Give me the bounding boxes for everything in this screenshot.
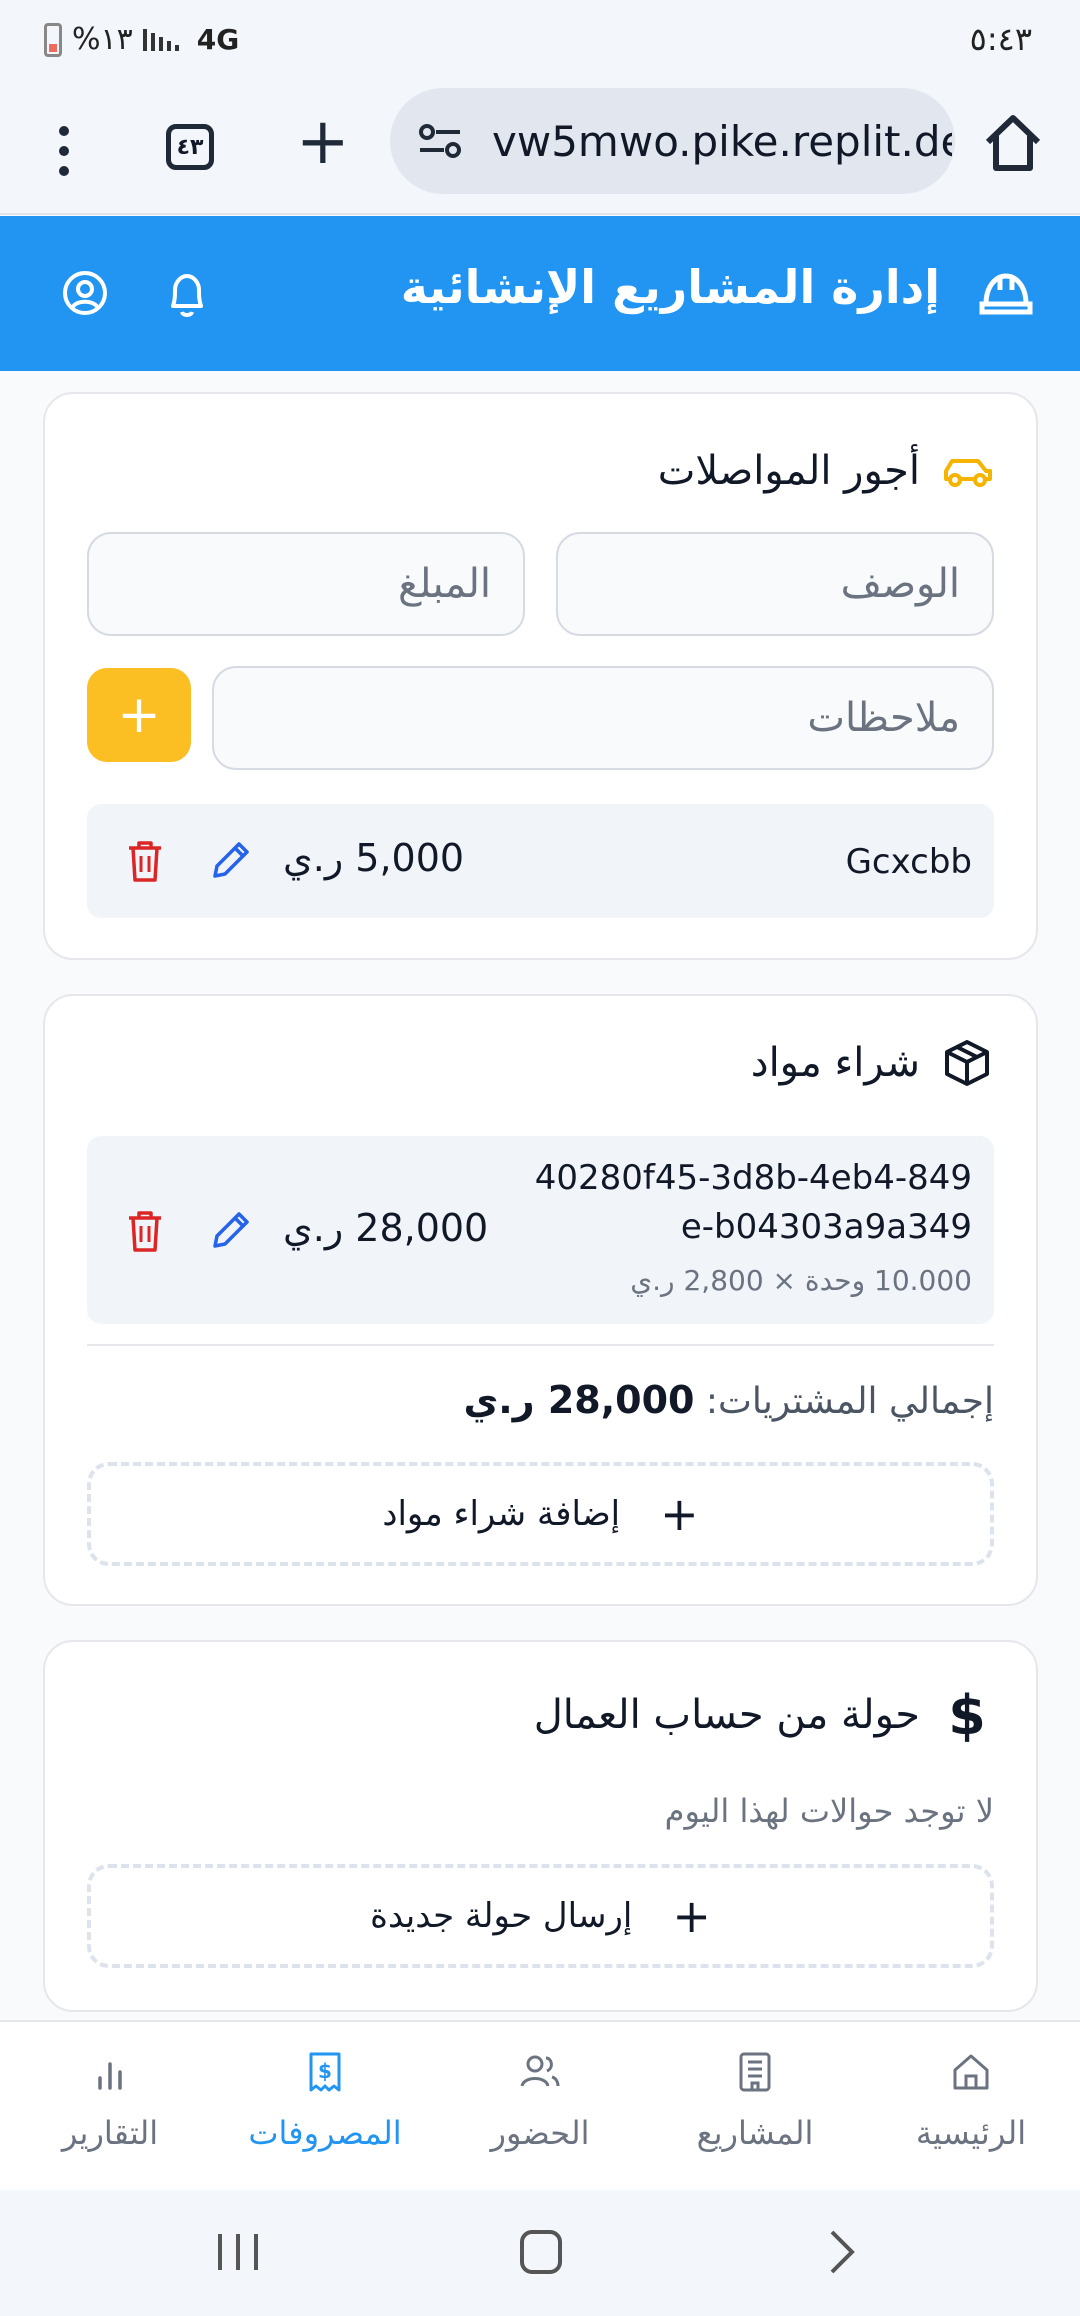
status-left: %١٣ 4G: [44, 22, 239, 57]
nav-label-expenses: المصروفات: [248, 2114, 402, 2152]
material-item-details: 10.000 وحدة × 2,800 ر.ي: [630, 1264, 972, 1297]
nav-item-home[interactable]: الرئيسية: [896, 2022, 1046, 2192]
materials-total-label: إجمالي المشتريات:: [705, 1381, 994, 1422]
new-tab-button[interactable]: +: [296, 110, 350, 174]
nav-label-reports: التقارير: [61, 2114, 159, 2152]
add-material-purchase-button[interactable]: + إضافة شراء مواد: [87, 1462, 994, 1566]
transport-card: أجور المواصلات الوصف المبلغ ملاحظات + Gc…: [43, 392, 1038, 960]
material-item-description: 40280f45-3d8b-4eb4-849e-b04303a9a349: [534, 1158, 972, 1248]
amount-placeholder: المبلغ: [397, 561, 491, 607]
transport-item-description: Gcxcbb: [845, 842, 972, 882]
address-bar[interactable]: vw5mwo.pike.replit.dev: [390, 88, 955, 194]
car-icon: [940, 444, 994, 498]
materials-header: شراء مواد: [751, 1036, 994, 1090]
transport-item-amount: 5,000 ر.ي: [283, 836, 465, 880]
battery-icon: [44, 22, 62, 57]
delete-trash-icon[interactable]: [125, 838, 165, 884]
hard-hat-icon: [974, 260, 1038, 324]
home-icon: [953, 2054, 989, 2090]
notes-input[interactable]: ملاحظات: [212, 666, 994, 770]
materials-total-value: 28,000 ر.ي: [463, 1378, 695, 1422]
building-icon: [739, 2052, 771, 2092]
network-type: 4G: [196, 23, 240, 56]
edit-pencil-icon[interactable]: [207, 1208, 253, 1254]
transfers-header: $ حولة من حساب العمال: [533, 1683, 994, 1747]
materials-card: شراء مواد 40280f45-3d8b-4eb4-849e-b04303…: [43, 994, 1038, 1606]
back-chevron-icon[interactable]: [812, 2220, 872, 2284]
add-material-label: إضافة شراء مواد: [382, 1494, 621, 1534]
description-input[interactable]: الوصف: [556, 532, 994, 636]
nav-item-projects[interactable]: المشاريع: [680, 2022, 830, 2192]
send-transfer-button[interactable]: + إرسال حولة جديدة: [87, 1864, 994, 1968]
signal-icon: [142, 28, 179, 51]
transport-title: أجور المواصلات: [657, 448, 920, 494]
nav-item-attendance[interactable]: الحضور: [465, 2022, 615, 2192]
browser-menu-button[interactable]: [44, 116, 84, 186]
materials-total: إجمالي المشتريات: 28,000 ر.ي: [463, 1378, 994, 1422]
send-transfer-label: إرسال حولة جديدة: [370, 1896, 633, 1936]
site-settings-icon[interactable]: [410, 111, 470, 171]
nav-item-expenses[interactable]: $ المصروفات: [240, 2022, 410, 2192]
browser-toolbar: ٤٣ + vw5mwo.pike.replit.dev: [0, 80, 1080, 215]
package-box-icon: [940, 1036, 994, 1090]
bar-chart-icon: [98, 2062, 122, 2090]
bottom-navigation: الرئيسية المشاريع الحضور $ المصروفات الت…: [0, 2020, 1080, 2190]
nav-label-attendance: الحضور: [490, 2114, 590, 2152]
battery-level: %١٣: [72, 22, 133, 57]
recent-apps-icon[interactable]: [208, 2220, 268, 2284]
app-header: إدارة المشاريع الإنشائية: [0, 216, 1080, 371]
status-time: ٥:٤٣: [969, 20, 1032, 58]
app-title: إدارة المشاريع الإنشائية: [400, 260, 940, 314]
transfers-title: حولة من حساب العمال: [533, 1692, 920, 1738]
home-icon[interactable]: [978, 108, 1048, 178]
edit-pencil-icon[interactable]: [207, 838, 253, 884]
tab-switcher-button[interactable]: ٤٣: [166, 124, 214, 170]
transfers-card: $ حولة من حساب العمال لا توجد حوالات لهذ…: [43, 1640, 1038, 2012]
system-navigation-bar: [0, 2190, 1080, 2316]
material-item-amount: 28,000 ر.ي: [283, 1206, 489, 1250]
dollar-sign-icon: $: [948, 1683, 986, 1747]
delete-trash-icon[interactable]: [125, 1208, 165, 1254]
amount-input[interactable]: المبلغ: [87, 532, 525, 636]
home-button-icon[interactable]: [510, 2220, 570, 2284]
plus-icon: +: [660, 1487, 699, 1541]
add-transport-button[interactable]: +: [87, 668, 191, 762]
receipt-icon: $: [309, 2052, 341, 2092]
description-placeholder: الوصف: [840, 561, 960, 607]
nav-label-home: الرئيسية: [915, 2114, 1027, 2152]
transfers-empty-text: لا توجد حوالات لهذا اليوم: [664, 1792, 994, 1830]
materials-title: شراء مواد: [750, 1040, 920, 1086]
tab-count: ٤٣: [176, 134, 204, 160]
status-bar: %١٣ 4G ٥:٤٣: [0, 0, 1080, 80]
transport-header: أجور المواصلات: [658, 444, 994, 498]
notes-placeholder: ملاحظات: [807, 695, 960, 741]
material-item: 40280f45-3d8b-4eb4-849e-b04303a9a349 10.…: [87, 1136, 994, 1324]
nav-label-projects: المشاريع: [696, 2114, 814, 2152]
svg-text:$: $: [318, 2059, 332, 2083]
plus-icon: +: [672, 1889, 711, 1943]
nav-item-reports[interactable]: التقارير: [40, 2022, 180, 2192]
transport-item: Gcxcbb 5,000 ر.ي: [87, 804, 994, 918]
user-profile-icon[interactable]: [60, 268, 110, 318]
users-icon: [520, 2055, 560, 2087]
materials-divider: [87, 1344, 994, 1346]
notifications-bell-icon[interactable]: [163, 268, 211, 320]
url-text: vw5mwo.pike.replit.dev: [492, 116, 952, 166]
